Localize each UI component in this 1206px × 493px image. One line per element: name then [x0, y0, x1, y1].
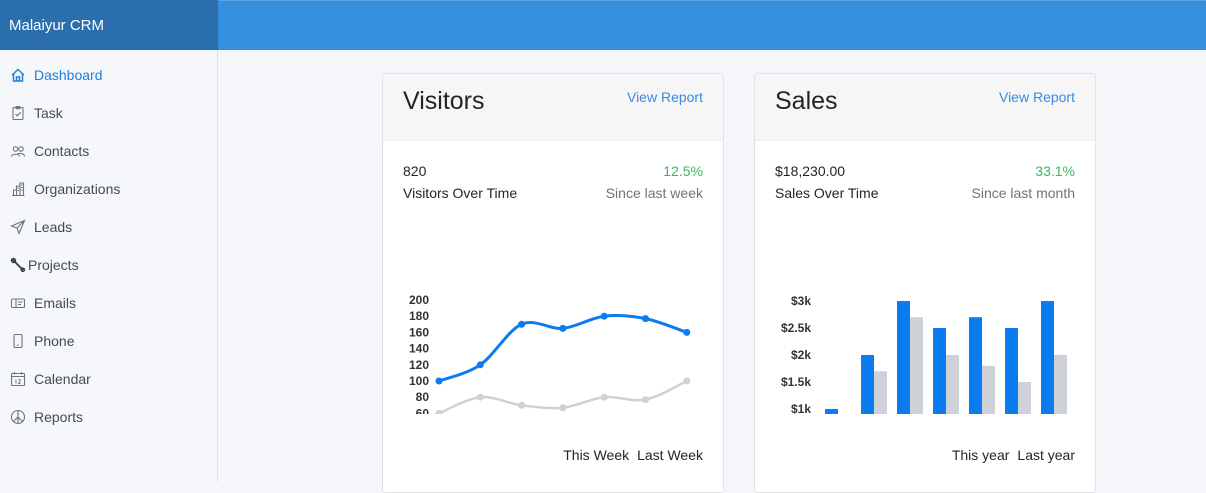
data-point	[642, 396, 649, 404]
sidebar-item-label: Calendar	[34, 371, 91, 387]
bar	[1041, 301, 1054, 414]
stat-value: 820	[403, 163, 427, 179]
data-point	[600, 312, 608, 320]
y-tick-label: 180	[409, 309, 429, 323]
stat-since: Since last month	[971, 185, 1076, 201]
bar	[861, 355, 874, 414]
y-tick-label: 80	[416, 390, 430, 404]
y-tick-label: $3k	[791, 294, 811, 308]
sidebar-item-label: Phone	[34, 333, 75, 349]
sidebar-item-leads[interactable]: Leads	[0, 209, 217, 245]
stat-since: Since last week	[605, 185, 703, 201]
sidebar-item-label: Projects	[28, 257, 79, 273]
y-tick-label: 100	[409, 374, 429, 388]
legend-last-week[interactable]: Last Week	[637, 447, 703, 463]
data-point	[518, 401, 526, 409]
bar	[1018, 382, 1031, 414]
sidebar-item-label: Emails	[34, 295, 77, 311]
sidebar-item-label: Leads	[34, 219, 73, 235]
data-point	[435, 377, 443, 385]
stat-label: Visitors Over Time	[403, 185, 518, 201]
data-point	[683, 328, 691, 336]
legend-this-year[interactable]: This year	[952, 447, 1010, 463]
y-tick-label: $1.5k	[781, 375, 811, 389]
stat-change: 12.5%	[663, 163, 703, 179]
stat-value: $18,230.00	[775, 163, 846, 179]
bar	[933, 328, 946, 414]
y-tick-label: $1k	[791, 402, 811, 414]
data-point	[642, 315, 649, 323]
sidebar-item-contacts[interactable]: Contacts	[0, 133, 217, 169]
sales-bar-chart: $3k$2.5k$2k$1.5k$1k$500$0JUNJULAUGSEPOCT…	[781, 294, 1067, 414]
bar	[910, 317, 923, 414]
data-point	[559, 324, 567, 332]
building-icon	[9, 180, 27, 198]
sidebar-item-label: Reports	[34, 409, 84, 425]
sidebar-item-label: Task	[34, 105, 63, 121]
visitors-line-chart: 20018016014012010080604020018th20th22nd2…	[409, 293, 691, 414]
sidebar-item-label: Organizations	[34, 181, 121, 197]
sidebar-item-label: Contacts	[34, 143, 90, 159]
chart-legend: This year Last year	[952, 447, 1075, 463]
chart-legend: This Week Last Week	[563, 447, 703, 463]
sidebar-item-phone[interactable]: Phone	[0, 323, 217, 359]
bar	[982, 365, 995, 414]
y-tick-label: $2.5k	[781, 321, 811, 335]
data-point	[683, 377, 691, 385]
card-header: Visitors View Report	[383, 74, 723, 141]
legend-last-year[interactable]: Last year	[1017, 447, 1075, 463]
sales-card: Sales View Report $18,230.00 33.1% Sales…	[754, 73, 1096, 493]
data-point	[476, 361, 484, 369]
clipboard-icon	[9, 104, 27, 122]
top-navbar	[218, 0, 1206, 50]
brand-title: Malaiyur CRM	[9, 16, 105, 34]
sidebar-item-reports[interactable]: Reports	[0, 399, 217, 435]
data-point	[435, 409, 443, 414]
y-tick-label: 200	[409, 293, 429, 307]
y-tick-label: 160	[409, 325, 429, 339]
bar	[825, 409, 838, 414]
sidebar-item-calendar[interactable]: Calendar	[0, 361, 217, 397]
card-header: Sales View Report	[755, 74, 1095, 141]
calendar-icon	[9, 370, 27, 388]
data-point	[600, 393, 608, 401]
app-brand[interactable]: Malaiyur CRM	[0, 0, 218, 50]
sidebar-item-emails[interactable]: Emails	[0, 285, 217, 321]
data-point	[518, 320, 526, 328]
sidebar-item-label: Dashboard	[34, 67, 103, 83]
y-tick-label: $2k	[791, 348, 811, 362]
send-icon	[9, 218, 27, 236]
sidebar-item-task[interactable]: Task	[0, 95, 217, 131]
card-title: Visitors	[403, 87, 485, 115]
view-report-link[interactable]: View Report	[999, 89, 1075, 105]
stat-label: Sales Over Time	[775, 185, 879, 201]
data-point	[559, 404, 567, 412]
wrench-icon	[9, 256, 27, 274]
y-tick-label: 120	[409, 358, 429, 372]
stat-change: 33.1%	[1035, 163, 1075, 179]
mail-icon	[9, 294, 27, 312]
y-tick-label: 60	[416, 406, 430, 414]
home-icon	[9, 66, 27, 84]
bar	[874, 371, 887, 414]
bar	[946, 355, 959, 414]
bar	[897, 301, 910, 414]
card-title: Sales	[775, 87, 838, 115]
data-point	[476, 393, 484, 401]
visitors-card: Visitors View Report 820 12.5% Visitors …	[382, 73, 724, 493]
sidebar-item-organizations[interactable]: Organizations	[0, 171, 217, 207]
peace-icon	[9, 408, 27, 426]
sidebar: Dashboard Task Contacts Organizations Le…	[0, 50, 218, 482]
sidebar-item-projects[interactable]: Projects	[0, 247, 217, 283]
phone-icon	[9, 332, 27, 350]
users-icon	[9, 142, 27, 160]
legend-this-week[interactable]: This Week	[563, 447, 629, 463]
bar	[1054, 355, 1067, 414]
sidebar-item-dashboard[interactable]: Dashboard	[0, 57, 217, 93]
y-tick-label: 140	[409, 342, 429, 356]
bar	[969, 317, 982, 414]
view-report-link[interactable]: View Report	[627, 89, 703, 105]
bar	[1005, 328, 1018, 414]
